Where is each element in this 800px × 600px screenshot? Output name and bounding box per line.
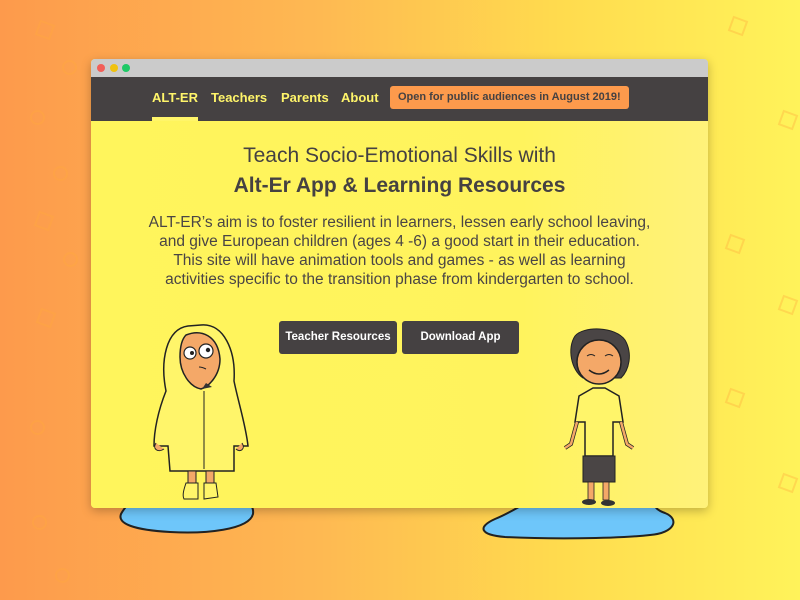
raincoat-child-illustration: [153, 324, 249, 500]
decor-circle: [55, 568, 70, 583]
hero-title-line1: Teach Socio-Emotional Skills with: [243, 144, 556, 167]
decor-square: [777, 294, 799, 316]
decor-circle: [62, 60, 77, 75]
hero-description: ALT-ER’s aim is to foster resilient in l…: [148, 214, 651, 288]
browser-window: ALT-ER Teachers Parents About Open for p…: [91, 59, 708, 508]
decor-square: [34, 19, 56, 41]
decor-square: [33, 210, 55, 232]
hero-title-line2: Alt-Er App & Learning Resources: [233, 174, 566, 197]
download-app-button[interactable]: Download App: [402, 321, 519, 354]
decor-square: [35, 307, 57, 329]
nav-item-alt-er[interactable]: ALT-ER: [152, 77, 198, 121]
decor-square: [727, 15, 749, 37]
maximize-window-button[interactable]: [122, 64, 130, 72]
nav-item-teachers[interactable]: Teachers: [211, 77, 267, 121]
minimize-window-button[interactable]: [110, 64, 118, 72]
decor-square: [724, 233, 746, 255]
decor-circle: [32, 515, 47, 530]
decor-square: [777, 472, 799, 494]
top-navigation: ALT-ER Teachers Parents About Open for p…: [91, 77, 708, 121]
decor-circle: [30, 110, 45, 125]
decor-circle: [53, 166, 68, 181]
announcement-badge: Open for public audiences in August 2019…: [390, 86, 629, 109]
hero-section: Teach Socio-Emotional Skills with Alt-Er…: [91, 121, 708, 508]
decor-square: [777, 109, 799, 131]
teacher-resources-button[interactable]: Teacher Resources: [279, 321, 397, 354]
nav-item-about[interactable]: About: [341, 77, 379, 121]
smiling-boy-illustration: [563, 328, 635, 506]
decor-circle: [63, 252, 78, 267]
title-bar: [91, 59, 708, 77]
decor-square: [724, 387, 746, 409]
decor-circle: [30, 420, 45, 435]
nav-item-parents[interactable]: Parents: [281, 77, 329, 121]
close-window-button[interactable]: [97, 64, 105, 72]
